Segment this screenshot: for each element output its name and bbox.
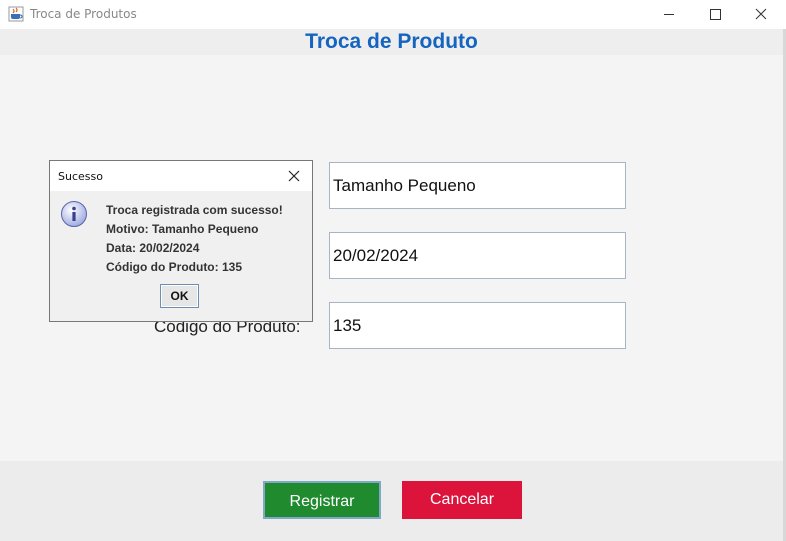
cancelar-button[interactable]: Cancelar xyxy=(402,481,522,519)
dialog-title: Sucesso xyxy=(58,170,103,183)
dialog-message-line: Código do Produto: 135 xyxy=(106,260,242,274)
info-icon xyxy=(61,201,87,227)
button-panel xyxy=(0,461,783,541)
dialog-message-line: Motivo: Tamanho Pequeno xyxy=(106,222,259,236)
minimize-icon xyxy=(664,14,674,15)
maximize-icon xyxy=(710,9,721,20)
ok-button[interactable]: OK xyxy=(160,284,199,308)
minimize-button[interactable] xyxy=(646,0,692,29)
motivo-field[interactable]: Tamanho Pequeno xyxy=(329,162,626,209)
window-title: Troca de Produtos xyxy=(30,7,137,21)
dialog-message-line: Data: 20/02/2024 xyxy=(106,241,200,255)
data-field[interactable]: 20/02/2024 xyxy=(329,232,626,279)
header-panel: Troca de Produto xyxy=(0,29,783,55)
page-title: Troca de Produto xyxy=(305,30,478,53)
dialog-close-button[interactable] xyxy=(284,166,304,186)
window-titlebar: Troca de Produtos xyxy=(0,0,786,29)
registrar-button[interactable]: Registrar xyxy=(263,481,381,519)
dialog-message-line: Troca registrada com sucesso! xyxy=(106,203,283,217)
dialog-titlebar: Sucesso xyxy=(50,161,312,191)
codigo-field[interactable]: 135 xyxy=(329,302,626,349)
close-icon xyxy=(288,170,300,182)
close-icon xyxy=(755,8,767,20)
close-button[interactable] xyxy=(738,0,784,29)
java-cup-icon xyxy=(8,6,24,22)
maximize-button[interactable] xyxy=(692,0,738,29)
success-dialog: Sucesso Troca registrada com sucesso! Mo… xyxy=(49,160,313,322)
